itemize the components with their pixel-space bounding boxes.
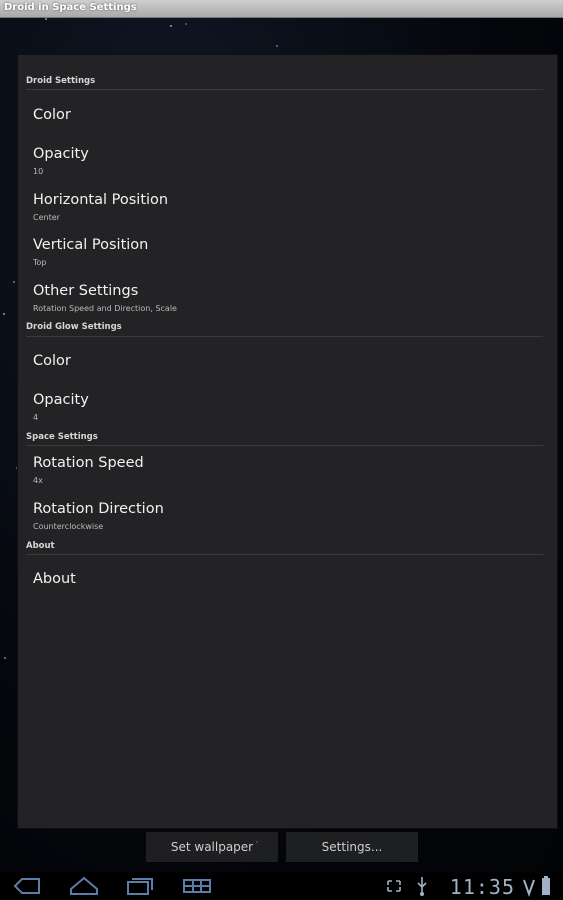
back-icon[interactable]	[12, 872, 42, 900]
pref-other-settings[interactable]: Other Settings Rotation Speed and Direct…	[33, 283, 543, 321]
divider	[26, 445, 543, 446]
status-clock: 11:35	[449, 875, 515, 899]
pref-title: Other Settings	[33, 283, 139, 299]
pref-title: Opacity	[33, 392, 89, 408]
pref-summary: 4	[33, 413, 39, 422]
category-about: About	[26, 541, 55, 551]
pref-rotation-direction[interactable]: Rotation Direction Counterclockwise	[33, 501, 543, 539]
category-droid-glow-settings: Droid Glow Settings	[26, 322, 122, 332]
screen-compat-icon	[387, 880, 401, 892]
pref-droid-color[interactable]: Color	[33, 107, 543, 145]
pref-title: Color	[33, 353, 71, 369]
recent-apps-icon[interactable]	[124, 872, 156, 900]
pref-vertical-position[interactable]: Vertical Position Top	[33, 237, 543, 275]
menu-grid-icon[interactable]	[182, 872, 212, 900]
pref-title: Vertical Position	[33, 237, 149, 253]
pref-summary: Top	[33, 258, 47, 267]
settings-button[interactable]: Settings...	[286, 832, 418, 862]
settings-panel: Droid Settings Color Opacity 10 Horizont…	[18, 55, 557, 828]
category-droid-settings: Droid Settings	[26, 76, 96, 86]
pref-summary: 4x	[33, 476, 43, 485]
pref-summary: Rotation Speed and Direction, Scale	[33, 304, 177, 313]
signal-icon	[523, 879, 535, 897]
pref-summary: Center	[33, 213, 60, 222]
star	[13, 281, 15, 283]
usb-icon	[417, 877, 427, 896]
pref-about[interactable]: About	[33, 571, 543, 609]
pref-title: Rotation Speed	[33, 455, 144, 471]
star	[185, 23, 187, 25]
star	[276, 45, 278, 47]
star	[4, 657, 6, 659]
star	[45, 18, 47, 20]
divider	[26, 336, 543, 337]
pref-glow-color[interactable]: Color	[33, 353, 543, 391]
title-bar: Droid in Space Settings	[0, 0, 563, 18]
pref-rotation-speed[interactable]: Rotation Speed 4x	[33, 455, 543, 493]
pref-title: Color	[33, 107, 71, 123]
pref-summary: Counterclockwise	[33, 522, 104, 531]
star	[3, 313, 5, 315]
pref-title: About	[33, 571, 76, 587]
pref-title: Rotation Direction	[33, 501, 164, 517]
pref-title: Horizontal Position	[33, 192, 169, 208]
window-title: Droid in Space Settings	[4, 2, 137, 13]
category-space-settings: Space Settings	[26, 432, 98, 442]
star	[170, 25, 172, 27]
pref-summary: 10	[33, 167, 44, 176]
divider	[26, 89, 543, 90]
home-icon[interactable]	[68, 872, 100, 900]
pref-glow-opacity[interactable]: Opacity 4	[33, 392, 543, 430]
divider	[26, 554, 543, 555]
battery-icon	[542, 876, 550, 895]
pref-horizontal-position[interactable]: Horizontal Position Center	[33, 192, 543, 230]
pref-droid-opacity[interactable]: Opacity 10	[33, 146, 543, 184]
system-bar: 11:35	[0, 872, 563, 900]
pref-title: Opacity	[33, 146, 89, 162]
set-wallpaper-button[interactable]: Set wallpaper	[146, 832, 278, 862]
